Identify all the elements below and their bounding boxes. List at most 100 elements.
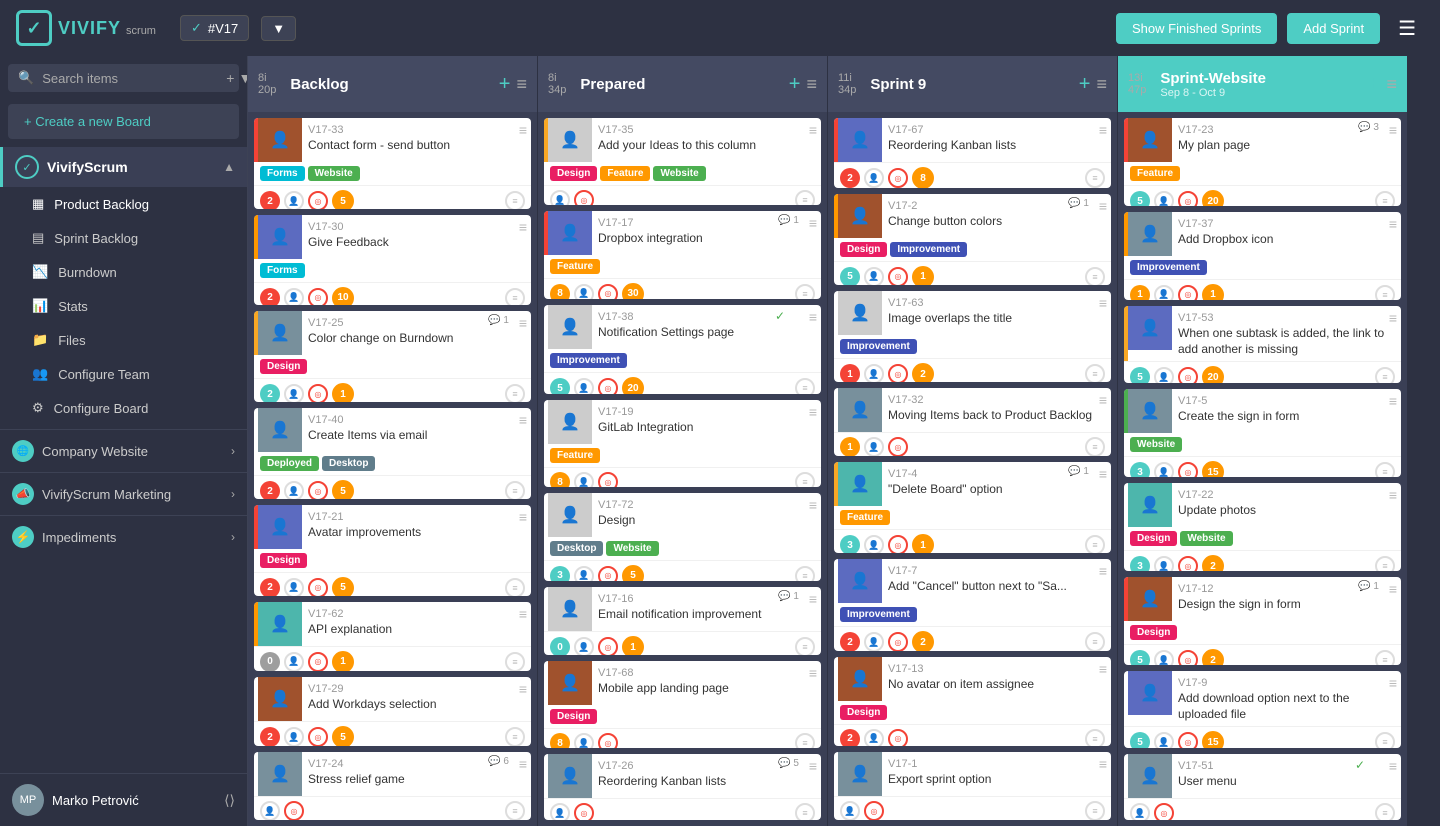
card-V17-29[interactable]: ≡ 👤 V17-29 Add Workdays selection 2 👤 ◎ … <box>254 677 531 746</box>
card-options-icon[interactable]: ≡ <box>1099 122 1107 138</box>
card-options-icon[interactable]: ≡ <box>519 412 527 428</box>
card-avatar: 👤 <box>1128 212 1172 256</box>
card-options-icon[interactable]: ≡ <box>519 509 527 525</box>
card-options-icon[interactable]: ≡ <box>1389 122 1397 138</box>
card-options-icon[interactable]: ≡ <box>1389 487 1397 503</box>
sidebar-project-vivifyscrum[interactable]: ✓ VivifyScrum ▲ <box>0 147 247 187</box>
card-V17-7[interactable]: ≡ 👤 V17-7 Add "Cancel" button next to "S… <box>834 559 1111 650</box>
search-add-icon[interactable]: + <box>226 70 234 86</box>
card-options-icon[interactable]: ≡ <box>519 315 527 331</box>
col-menu-button[interactable]: ≡ <box>1096 74 1107 95</box>
card-V17-62[interactable]: ≡ 👤 V17-62 API explanation 0 👤 ◎ 1 ≡ <box>254 602 531 671</box>
card-options-icon[interactable]: ≡ <box>1099 295 1107 311</box>
sidebar-item-files[interactable]: 📁 Files <box>0 323 247 357</box>
card-V17-40[interactable]: ≡ 👤 V17-40 Create Items via email Deploy… <box>254 408 531 499</box>
card-V17-38[interactable]: ✓ ≡ 👤 V17-38 Notification Settings page … <box>544 305 821 394</box>
search-box[interactable]: 🔍 + ▼ <box>8 64 239 92</box>
card-V17-21[interactable]: ≡ 👤 V17-21 Avatar improvements Design 2 … <box>254 505 531 596</box>
card-target-icon: ◎ <box>598 566 618 582</box>
search-more-icon[interactable]: ▼ <box>238 70 248 86</box>
card-V17-23[interactable]: 💬 3 ≡ 👤 V17-23 My plan page Feature 5 👤 … <box>1124 118 1401 206</box>
sidebar-item-stats[interactable]: 📊 Stats <box>0 289 247 323</box>
card-V17-67[interactable]: ≡ 👤 V17-67 Reordering Kanban lists 2 👤 ◎… <box>834 118 1111 188</box>
sidebar-item-configure-team[interactable]: 👥 Configure Team <box>0 357 247 391</box>
card-title: API explanation <box>308 622 523 638</box>
card-V17-68[interactable]: ≡ 👤 V17-68 Mobile app landing page Desig… <box>544 661 821 748</box>
card-options-icon[interactable]: ≡ <box>519 681 527 697</box>
card-options-icon[interactable]: ≡ <box>1099 466 1107 482</box>
card-assign-icon: 👤 <box>1154 556 1174 571</box>
sidebar-collapse-icon[interactable]: ⟨⟩ <box>224 792 235 809</box>
card-top: 👤 V17-32 Moving Items back to Product Ba… <box>834 388 1111 432</box>
col-add-button[interactable]: + <box>1369 73 1381 96</box>
card-options-icon[interactable]: ≡ <box>809 122 817 138</box>
card-V17-22[interactable]: ≡ 👤 V17-22 Update photos DesignWebsite 3… <box>1124 483 1401 571</box>
card-badge: Design <box>1130 625 1177 640</box>
card-V17-13[interactable]: ≡ 👤 V17-13 No avatar on item assignee De… <box>834 657 1111 746</box>
card-options-icon[interactable]: ≡ <box>519 122 527 138</box>
card-options-icon[interactable]: ≡ <box>809 404 817 420</box>
card-options-icon[interactable]: ≡ <box>1389 758 1397 774</box>
sidebar-item-configure-board[interactable]: ⚙ Configure Board <box>0 391 247 425</box>
card-options-icon[interactable]: ≡ <box>1389 216 1397 232</box>
card-V17-25[interactable]: 💬 1 ≡ 👤 V17-25 Color change on Burndown … <box>254 311 531 402</box>
card-options-icon[interactable]: ≡ <box>519 219 527 235</box>
search-input[interactable] <box>42 71 218 86</box>
col-menu-button[interactable]: ≡ <box>806 74 817 95</box>
card-options-icon[interactable]: ≡ <box>1099 563 1107 579</box>
card-options-icon[interactable]: ≡ <box>519 606 527 622</box>
col-menu-button[interactable]: ≡ <box>1386 74 1397 95</box>
card-V17-19[interactable]: ≡ 👤 V17-19 GitLab Integration Feature 8 … <box>544 400 821 487</box>
create-board-button[interactable]: + Create a new Board <box>8 104 239 139</box>
card-V17-72[interactable]: ≡ 👤 V17-72 Design DesktopWebsite 3 👤 ◎ 5… <box>544 493 821 582</box>
sidebar-impediments[interactable]: ⚡ Impediments › <box>0 515 247 558</box>
card-V17-4[interactable]: 💬 1 ≡ 👤 V17-4 "Delete Board" option Feat… <box>834 462 1111 553</box>
card-options-icon[interactable]: ≡ <box>1099 661 1107 677</box>
card-V17-33[interactable]: ≡ 👤 V17-33 Contact form - send button Fo… <box>254 118 531 209</box>
card-V17-37[interactable]: ≡ 👤 V17-37 Add Dropbox icon Improvement … <box>1124 212 1401 300</box>
filter-button[interactable]: ▼ <box>261 16 296 41</box>
card-V17-1[interactable]: ≡ 👤 V17-1 Export sprint option 👤 ◎ ≡ <box>834 752 1111 820</box>
card-V17-63[interactable]: ≡ 👤 V17-63 Image overlaps the title Impr… <box>834 291 1111 382</box>
card-options-icon[interactable]: ≡ <box>1099 198 1107 214</box>
col-add-button[interactable]: + <box>789 73 801 96</box>
card-options-icon[interactable]: ≡ <box>809 497 817 513</box>
card-V17-5[interactable]: ≡ 👤 V17-5 Create the sign in form Websit… <box>1124 389 1401 477</box>
card-options-icon[interactable]: ≡ <box>809 665 817 681</box>
col-add-button[interactable]: + <box>1079 73 1091 96</box>
sidebar-item-sprint-backlog[interactable]: ▤ Sprint Backlog <box>0 221 247 255</box>
hamburger-button[interactable]: ☰ <box>1390 12 1424 45</box>
show-finished-button[interactable]: Show Finished Sprints <box>1116 13 1277 44</box>
add-sprint-button[interactable]: Add Sprint <box>1287 13 1380 44</box>
card-V17-32[interactable]: ≡ 👤 V17-32 Moving Items back to Product … <box>834 388 1111 456</box>
card-V17-24[interactable]: 💬 6 ≡ 👤 V17-24 Stress relief game 👤 ◎ ≡ <box>254 752 531 820</box>
col-add-button[interactable]: + <box>499 73 511 96</box>
sidebar-project-company-website[interactable]: 🌐 Company Website › <box>0 429 247 472</box>
card-V17-17[interactable]: 💬 1 ≡ 👤 V17-17 Dropbox integration Featu… <box>544 211 821 300</box>
sidebar-project-vivifyscrum-marketing[interactable]: 📣 VivifyScrum Marketing › <box>0 472 247 515</box>
card-options-icon[interactable]: ≡ <box>519 756 527 772</box>
card-V17-2[interactable]: 💬 1 ≡ 👤 V17-2 Change button colors Desig… <box>834 194 1111 285</box>
card-options-icon[interactable]: ≡ <box>809 309 817 325</box>
col-menu-button[interactable]: ≡ <box>516 74 527 95</box>
card-options-icon[interactable]: ≡ <box>809 215 817 231</box>
card-V17-12[interactable]: 💬 1 ≡ 👤 V17-12 Design the sign in form D… <box>1124 577 1401 665</box>
card-options-icon[interactable]: ≡ <box>1099 392 1107 408</box>
card-options-icon[interactable]: ≡ <box>809 591 817 607</box>
card-V17-26[interactable]: 💬 5 ≡ 👤 V17-26 Reordering Kanban lists 👤… <box>544 754 821 820</box>
sidebar-item-burndown[interactable]: 📉 Burndown <box>0 255 247 289</box>
sprint-badge[interactable]: ✓ #V17 <box>180 15 249 41</box>
card-V17-35[interactable]: ≡ 👤 V17-35 Add your Ideas to this column… <box>544 118 821 205</box>
card-options-icon[interactable]: ≡ <box>1389 581 1397 597</box>
card-options-icon[interactable]: ≡ <box>809 758 817 774</box>
card-options-icon[interactable]: ≡ <box>1389 393 1397 409</box>
card-options-icon[interactable]: ≡ <box>1389 675 1397 691</box>
sidebar-item-product-backlog[interactable]: ▦ Product Backlog <box>0 187 247 221</box>
card-V17-51[interactable]: ✓ ≡ 👤 V17-51 User menu 👤 ◎ ≡ <box>1124 754 1401 820</box>
card-V17-16[interactable]: 💬 1 ≡ 👤 V17-16 Email notification improv… <box>544 587 821 655</box>
card-options-icon[interactable]: ≡ <box>1389 310 1397 326</box>
card-V17-9[interactable]: ≡ 👤 V17-9 Add download option next to th… <box>1124 671 1401 748</box>
card-V17-53[interactable]: ≡ 👤 V17-53 When one subtask is added, th… <box>1124 306 1401 383</box>
card-V17-30[interactable]: ≡ 👤 V17-30 Give Feedback Forms 2 👤 ◎ 10 … <box>254 215 531 306</box>
card-options-icon[interactable]: ≡ <box>1099 756 1107 772</box>
